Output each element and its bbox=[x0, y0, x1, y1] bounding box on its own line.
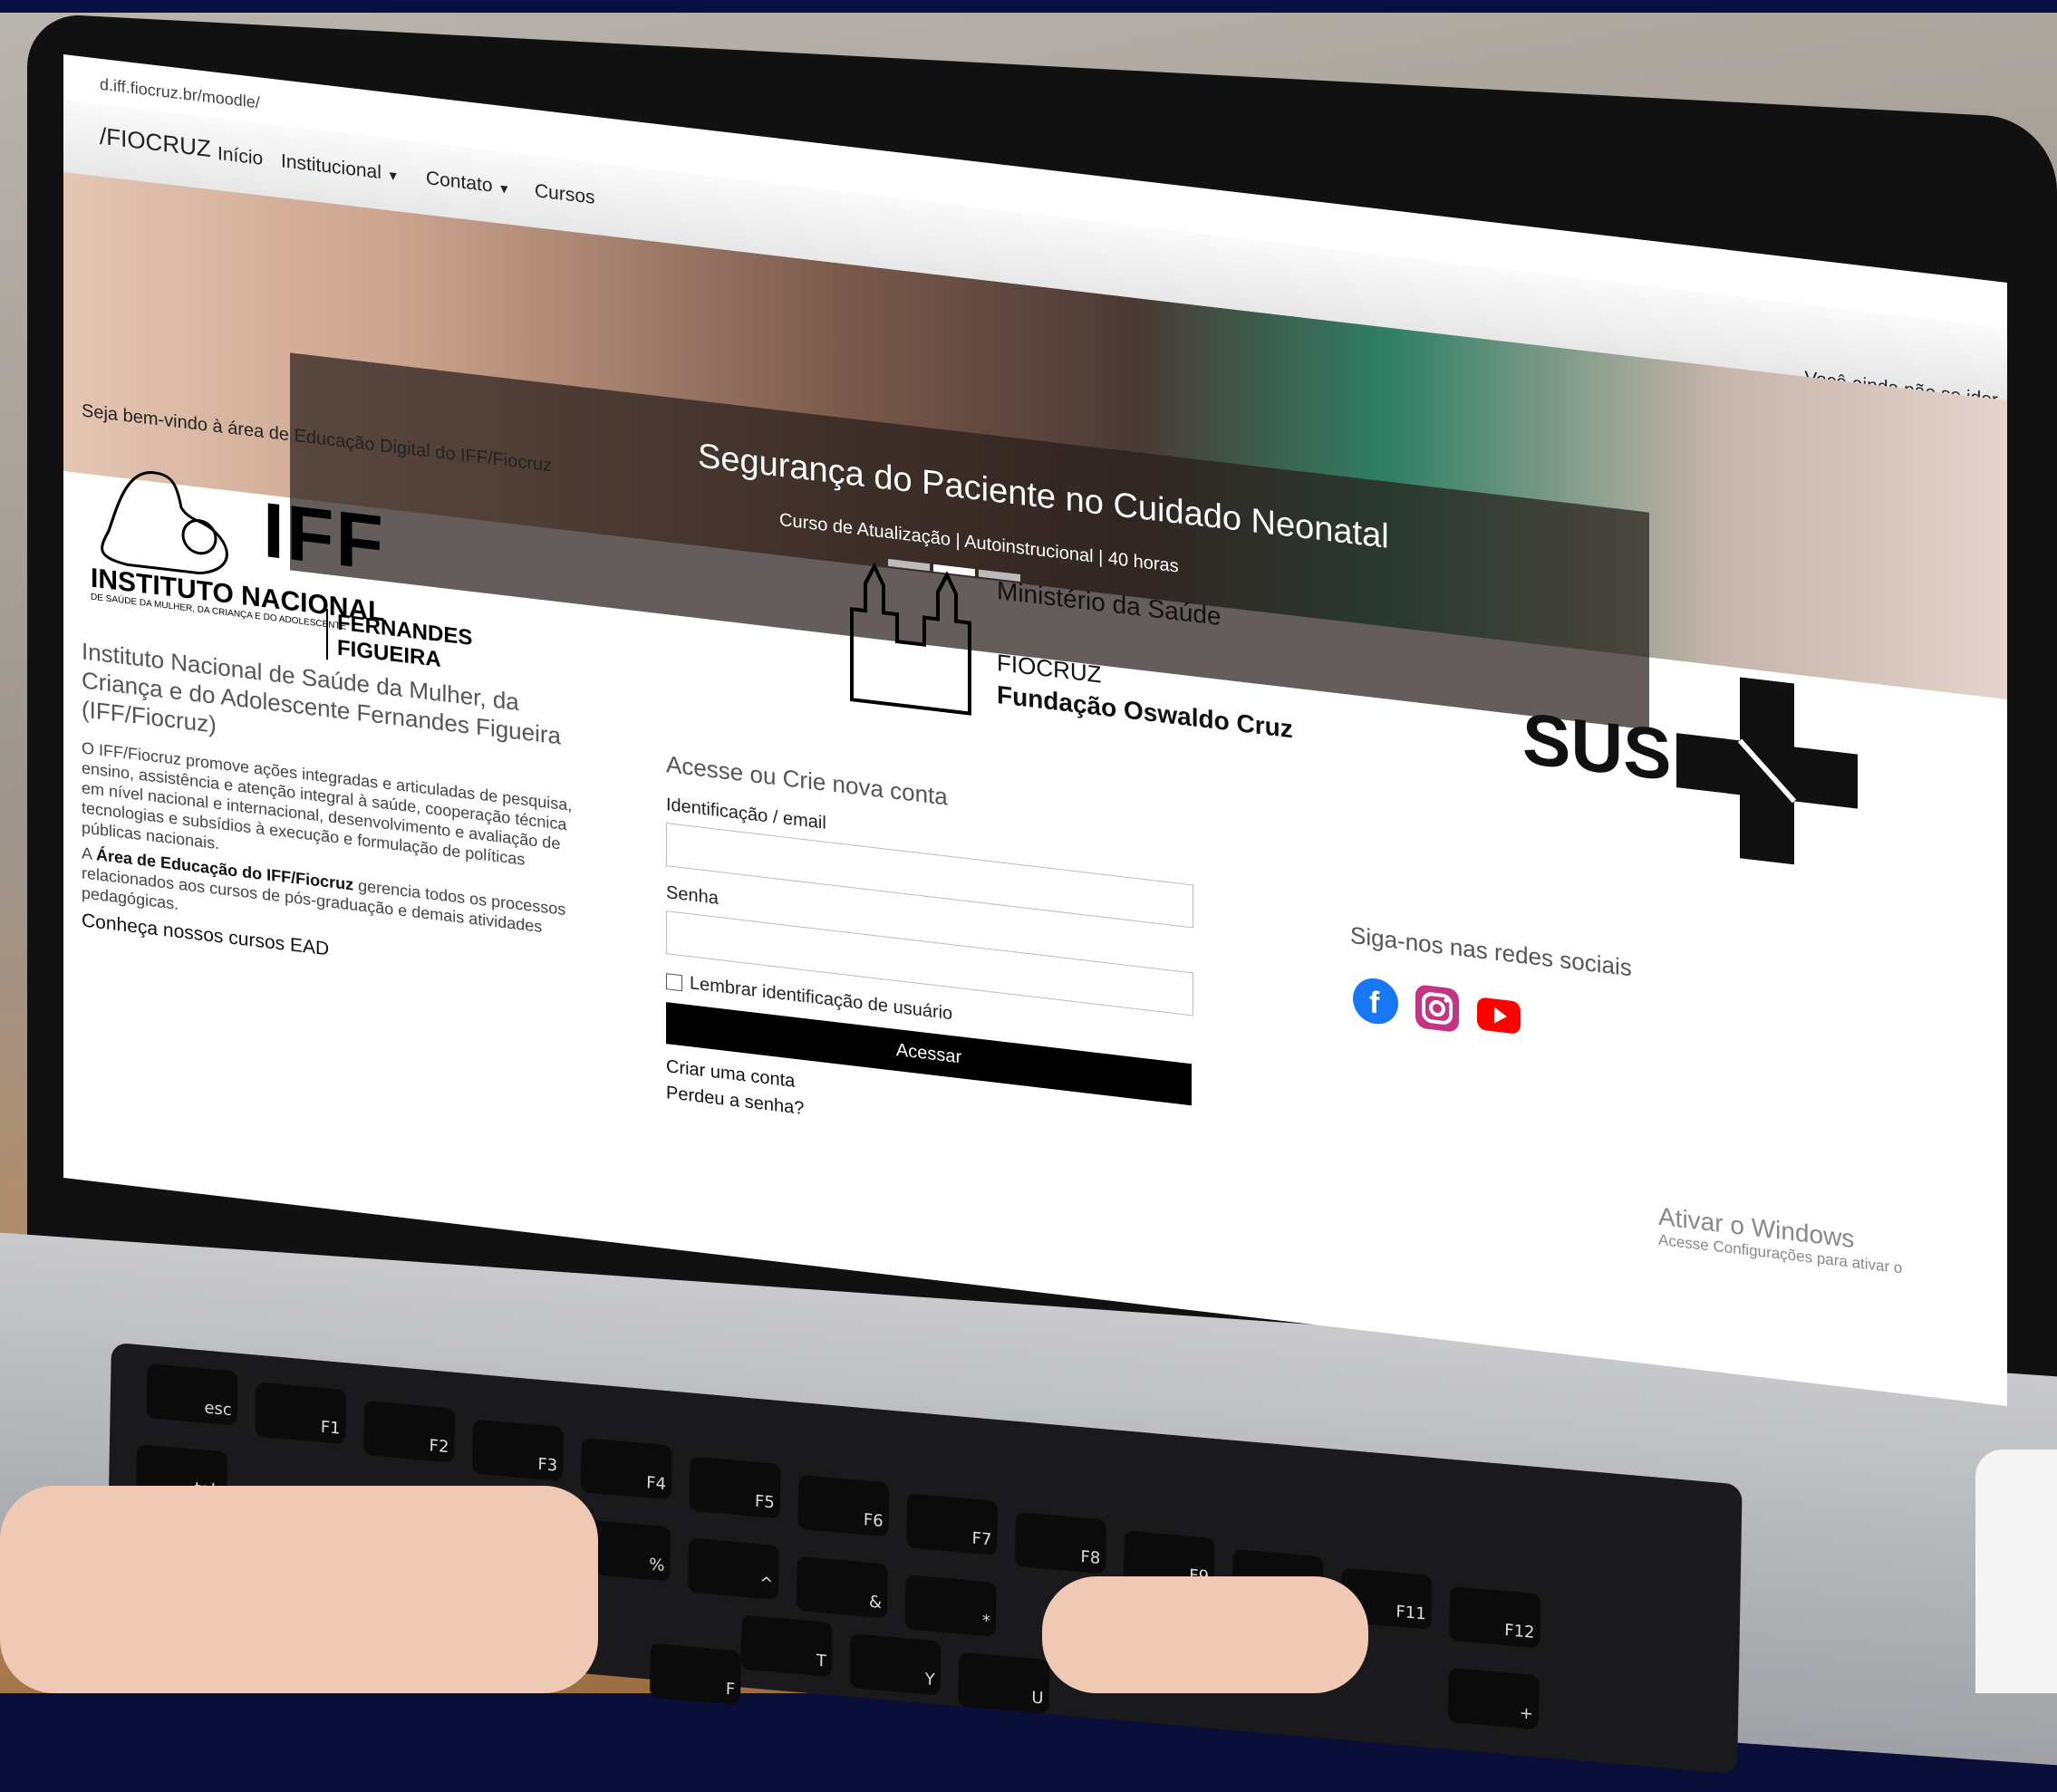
key-f6[interactable]: F6 bbox=[797, 1474, 890, 1537]
area-prefix: A bbox=[82, 843, 97, 864]
key-f8[interactable]: F8 bbox=[1014, 1511, 1107, 1575]
left-hand bbox=[0, 1486, 598, 1693]
remember-checkbox[interactable] bbox=[666, 972, 682, 991]
laptop-screen: d.iff.fiocruz.br/moodle/ /FIOCRUZ Início… bbox=[63, 54, 2007, 1406]
key-f12[interactable]: F12 bbox=[1449, 1585, 1541, 1649]
svg-text:f: f bbox=[1369, 985, 1380, 1020]
key-esc[interactable]: esc bbox=[146, 1363, 238, 1426]
key-f[interactable]: F bbox=[649, 1643, 741, 1706]
social-section: Siga-nos nas redes sociais f bbox=[1350, 921, 1632, 1057]
nav-institucional[interactable]: Institucional ▼ bbox=[281, 150, 400, 186]
login-form: Acesse ou Crie nova conta Identificação … bbox=[666, 750, 1193, 1171]
chevron-down-icon: ▼ bbox=[497, 180, 511, 197]
top-band bbox=[0, 0, 2057, 13]
key-f5[interactable]: F5 bbox=[689, 1456, 781, 1519]
key-plus[interactable]: + bbox=[1447, 1667, 1540, 1730]
youtube-icon[interactable] bbox=[1473, 988, 1524, 1045]
mother-child-icon bbox=[101, 471, 228, 575]
windows-activation-watermark: Ativar o Windows Acesse Configurações pa… bbox=[1658, 1202, 1902, 1278]
key-f3[interactable]: F3 bbox=[471, 1419, 564, 1482]
key-u[interactable]: U bbox=[958, 1652, 1050, 1715]
sus-text: SUS bbox=[1522, 698, 1672, 796]
key-asterisk[interactable]: * bbox=[904, 1575, 997, 1637]
mug bbox=[1975, 1450, 2057, 1693]
nav-inicio[interactable]: Início bbox=[217, 143, 263, 170]
hero-title: Segurança do Paciente no Cuidado Neonata… bbox=[698, 437, 1389, 556]
nav-institucional-label: Institucional bbox=[281, 150, 381, 184]
nav-contato[interactable]: Contato ▼ bbox=[426, 168, 510, 199]
chevron-down-icon: ▼ bbox=[386, 167, 400, 184]
about-section: Instituto Nacional de Saúde da Mulher, d… bbox=[82, 636, 589, 991]
right-hand bbox=[1042, 1576, 1368, 1693]
social-icons: f bbox=[1350, 973, 1632, 1057]
key-f4[interactable]: F4 bbox=[580, 1437, 672, 1500]
nav-cursos[interactable]: Cursos bbox=[535, 180, 595, 209]
key-f7[interactable]: F7 bbox=[906, 1493, 999, 1556]
key-f1[interactable]: F1 bbox=[255, 1382, 347, 1445]
instagram-icon[interactable] bbox=[1412, 980, 1463, 1037]
sus-cross-icon bbox=[1676, 677, 1858, 865]
key-t[interactable]: T bbox=[740, 1614, 833, 1678]
key-caret[interactable]: ^ bbox=[687, 1537, 780, 1600]
sus-logo: SUS bbox=[1522, 651, 1858, 872]
key-f2[interactable]: F2 bbox=[363, 1400, 456, 1463]
foundation-label: Fundação Oswaldo Cruz bbox=[997, 679, 1293, 744]
iff-letters: IFF bbox=[263, 486, 385, 588]
key-ampersand[interactable]: & bbox=[796, 1556, 888, 1619]
key-y[interactable]: Y bbox=[849, 1633, 942, 1696]
facebook-icon[interactable]: f bbox=[1350, 973, 1401, 1030]
brand-link[interactable]: /FIOCRUZ bbox=[100, 122, 211, 163]
nav-contato-label: Contato bbox=[426, 167, 493, 197]
social-title: Siga-nos nas redes sociais bbox=[1350, 920, 1632, 982]
fiocruz-castle-icon bbox=[850, 562, 971, 716]
